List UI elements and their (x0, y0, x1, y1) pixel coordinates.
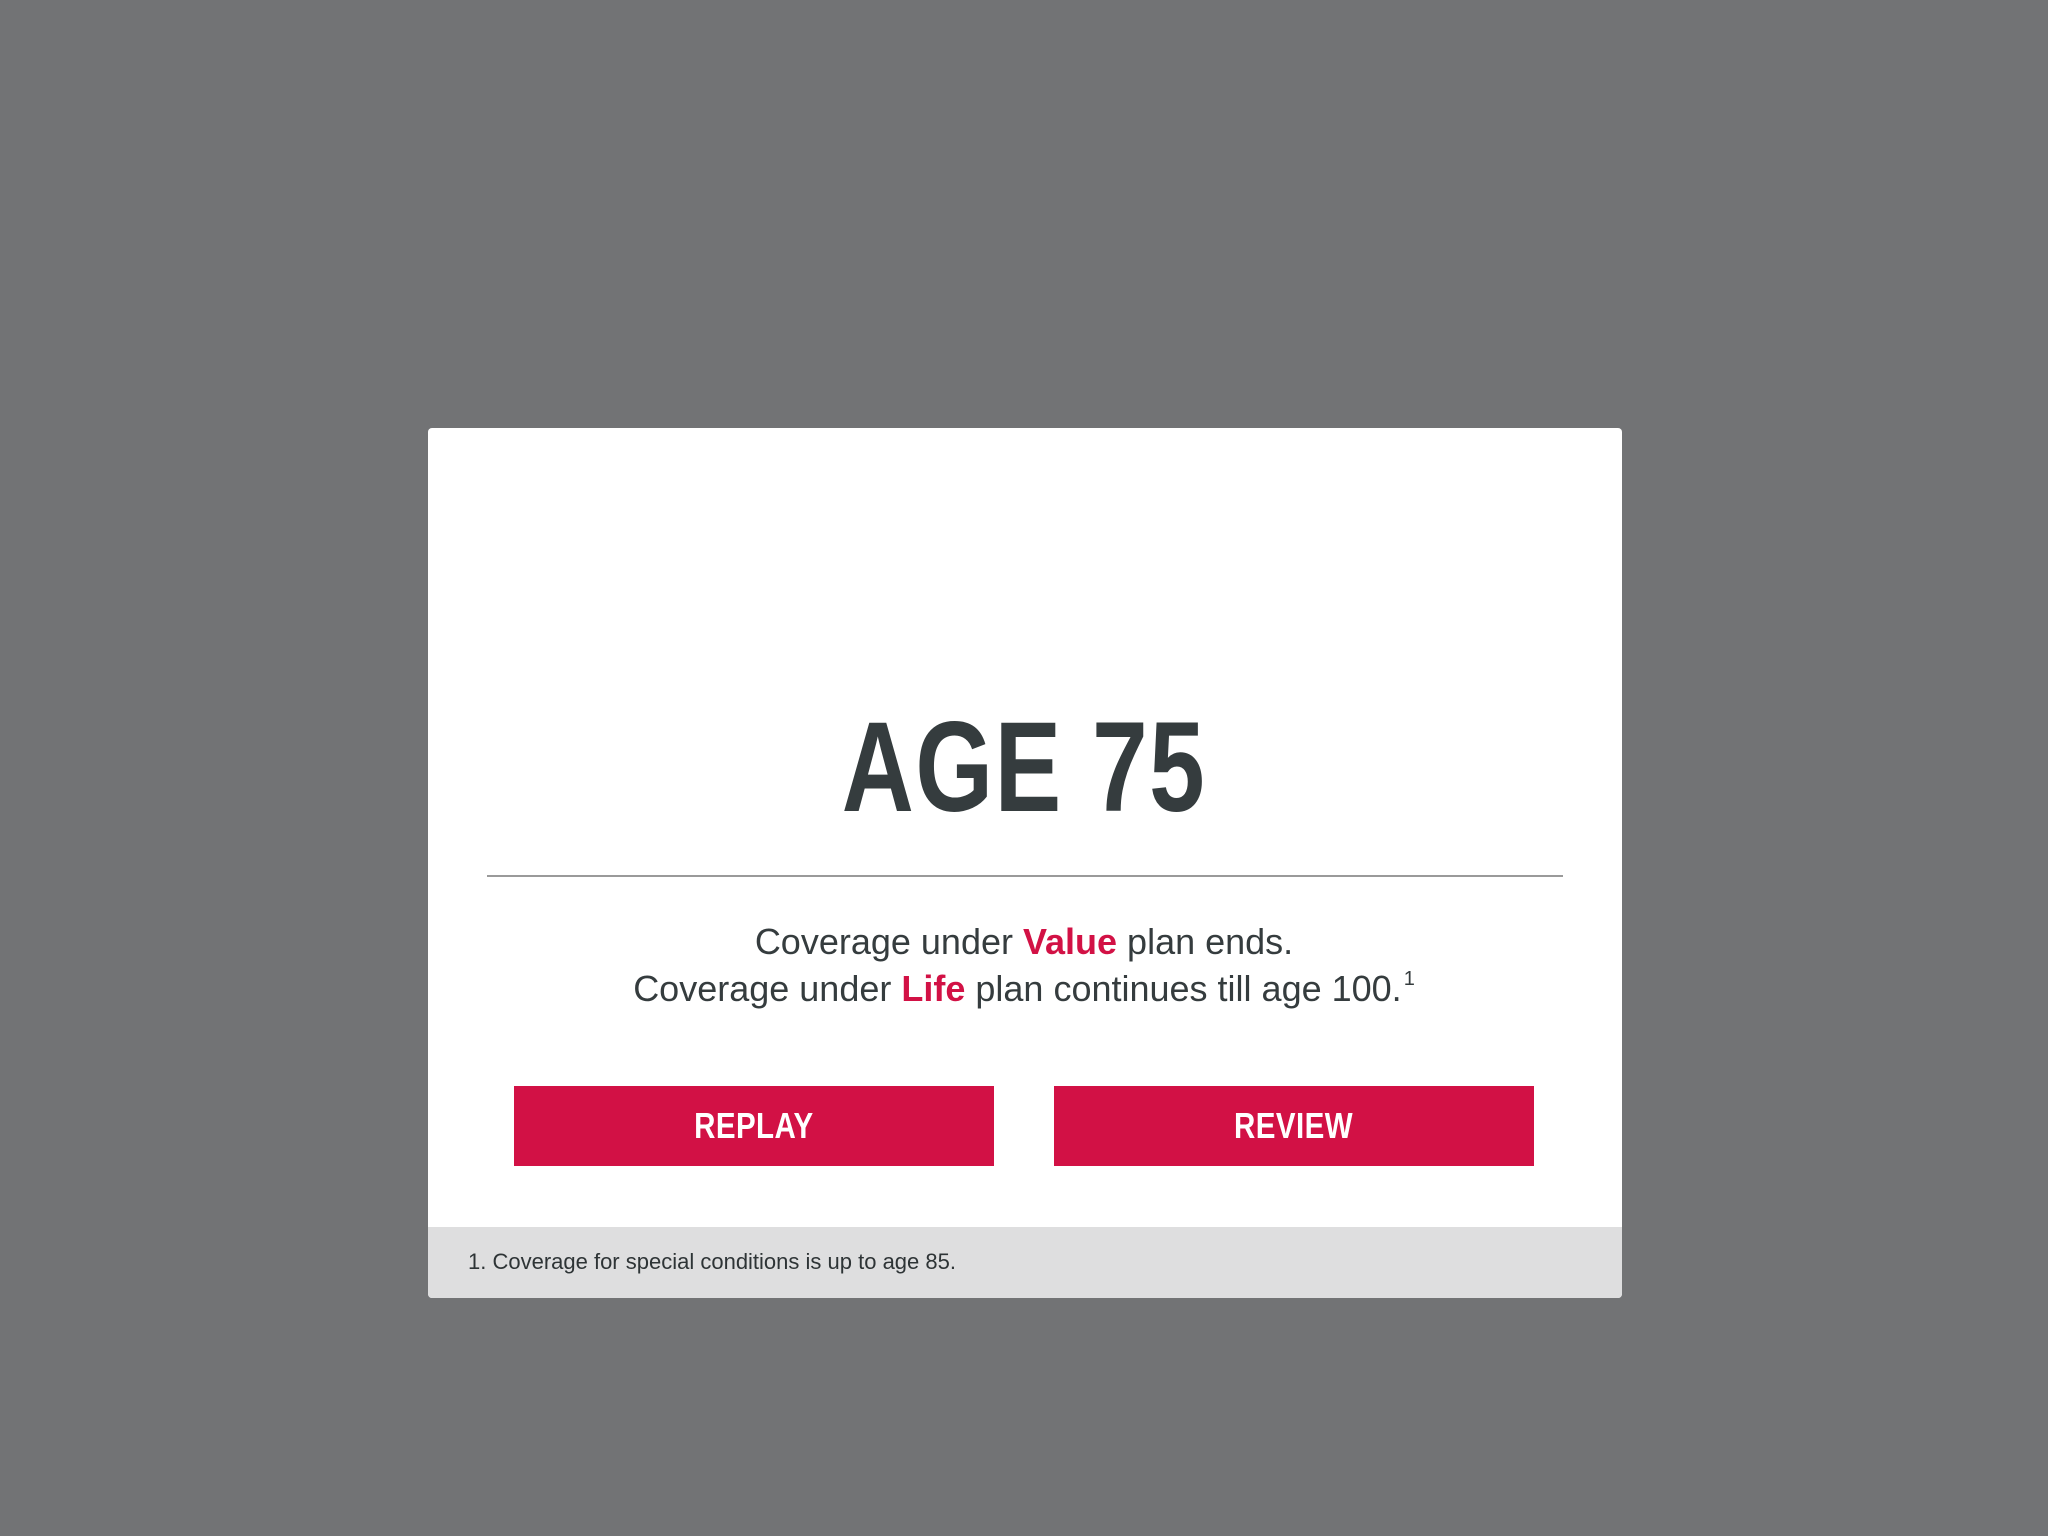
replay-button-label: REPLAY (694, 1105, 814, 1146)
plan-name-life: Life (901, 968, 966, 1009)
footnote-marker: 1 (1403, 968, 1415, 990)
replay-button[interactable]: REPLAY (514, 1086, 994, 1166)
review-button-label: REVIEW (1234, 1105, 1354, 1146)
plan-name-value: Value (1022, 921, 1118, 962)
footnote-text: 1. Coverage for special conditions is up… (468, 1249, 956, 1274)
dialog-title: AGE 75 (841, 696, 1207, 839)
message-line-1-before: Coverage under (754, 921, 1023, 962)
review-button[interactable]: REVIEW (1054, 1086, 1534, 1166)
message-line-2: Coverage under Life plan continues till … (0, 967, 2048, 1017)
message-line-1-after: plan ends. (1117, 921, 1294, 962)
title-divider (487, 875, 1563, 877)
message-line-1: Coverage under Value plan ends. (0, 920, 2048, 964)
message-line-2-after: plan continues till age 100. (965, 968, 1402, 1009)
message-line-2-before: Coverage under (633, 968, 902, 1009)
result-dialog (428, 428, 1622, 1298)
